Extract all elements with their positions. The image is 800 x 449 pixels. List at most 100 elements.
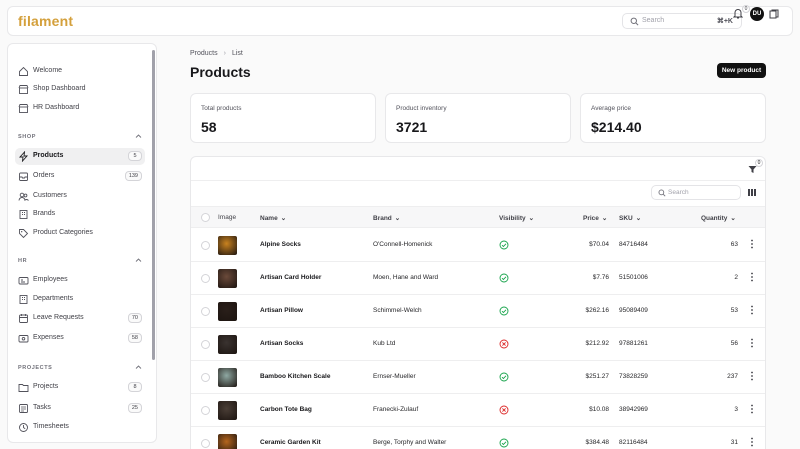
sidebar-group-hr[interactable]: HR	[18, 258, 27, 264]
table-row[interactable]: Bamboo Kitchen Scale Ernser-Mueller $251.2…	[191, 361, 765, 394]
column-header-label: Quantity	[701, 215, 728, 222]
sidebar-item-projects[interactable]: Projects 8	[15, 379, 145, 396]
row-checkbox[interactable]	[201, 241, 210, 250]
bolt-icon	[18, 151, 29, 162]
more-vertical-icon[interactable]	[750, 437, 754, 447]
global-search-input[interactable]: Search ⌘+K	[622, 13, 742, 29]
sidebar-item-product-categories[interactable]: Product Categories	[15, 225, 145, 242]
sidebar-item-customers[interactable]: Customers	[15, 188, 145, 205]
breadcrumb-products[interactable]: Products	[190, 50, 218, 57]
product-sku: 95089409	[619, 307, 648, 314]
breadcrumb: Products › List	[190, 50, 243, 57]
sidebar-item-label: Customers	[33, 192, 67, 199]
column-header-name[interactable]: Name ⌄	[260, 214, 286, 222]
column-header-sku[interactable]: SKU ⌄	[619, 214, 641, 222]
sidebar-item-label: Leave Requests	[33, 314, 84, 321]
sidebar-item-hr-dashboard[interactable]: HR Dashboard	[15, 100, 145, 117]
sidebar-item-expenses[interactable]: Expenses 58	[15, 330, 145, 347]
more-vertical-icon[interactable]	[750, 371, 754, 381]
table-toolbar	[191, 157, 765, 181]
sidebar-item-count: 139	[124, 171, 142, 181]
product-sku: 97881261	[619, 340, 648, 347]
sidebar-scrollbar[interactable]	[152, 50, 155, 360]
sidebar-item-label: Products	[33, 152, 64, 159]
sidebar-item-leave-requests[interactable]: Leave Requests 70	[15, 310, 145, 327]
table-row[interactable]: Ceramic Garden Kit Berge, Torphy and Walt…	[191, 427, 765, 449]
select-all-checkbox[interactable]	[201, 213, 210, 222]
app-logo[interactable]: filament	[18, 13, 73, 29]
sidebar-item-count: 58	[127, 333, 142, 343]
row-checkbox[interactable]	[201, 340, 210, 349]
table-row[interactable]: Carbon Tote Bag Franecki-Zulauf $10.08 3894…	[191, 394, 765, 427]
users-icon	[18, 192, 29, 201]
sidebar-item-brands[interactable]: Brands	[15, 206, 145, 223]
more-vertical-icon[interactable]	[750, 305, 754, 315]
tenant-switch-icon[interactable]	[769, 9, 779, 19]
product-quantity: 53	[730, 307, 738, 314]
table-row[interactable]: Artisan Socks Kub Ltd $212.92 97881261 56	[191, 328, 765, 361]
table-row[interactable]: Alpine Socks O'Connell-Homenick $70.04 8471…	[191, 229, 765, 262]
row-checkbox[interactable]	[201, 406, 210, 415]
product-quantity: 31	[730, 439, 738, 446]
column-header-brand[interactable]: Brand ⌄	[373, 214, 400, 222]
sidebar-item-shop-dashboard[interactable]: Shop Dashboard	[15, 81, 145, 98]
chevron-down-icon: ⌄	[601, 215, 608, 222]
column-header-label: Brand	[373, 215, 392, 222]
product-name: Bamboo Kitchen Scale	[260, 373, 331, 380]
sidebar-item-count: 70	[127, 313, 142, 323]
column-header-visibility[interactable]: Visibility ⌄	[499, 214, 534, 222]
list-icon	[19, 404, 28, 413]
sidebar-item-label: HR Dashboard	[33, 104, 80, 111]
filter-icon[interactable]	[748, 165, 757, 174]
column-header-price[interactable]: Price ⌄	[583, 214, 607, 222]
sidebar-group-shop[interactable]: SHOP	[18, 134, 36, 140]
sidebar-item-employees[interactable]: Employees	[15, 272, 145, 289]
sidebar-item-orders[interactable]: Orders 139	[15, 168, 145, 185]
sidebar-group-projects[interactable]: PROJECTS	[18, 365, 52, 371]
product-price: $251.27	[585, 373, 610, 380]
product-thumbnail	[218, 434, 237, 449]
product-name: Ceramic Garden Kit	[260, 439, 321, 446]
product-thumbnail	[218, 236, 237, 255]
new-product-button[interactable]: New product	[717, 63, 766, 78]
tag-icon	[19, 229, 29, 239]
clock-icon	[19, 423, 28, 432]
chevron-up-icon[interactable]	[135, 257, 142, 264]
chevron-up-icon[interactable]	[135, 364, 142, 371]
product-brand: Ernser-Mueller	[373, 373, 416, 380]
avatar[interactable]: DU	[750, 7, 764, 21]
more-vertical-icon[interactable]	[750, 404, 754, 414]
table-search-input[interactable]: Search	[651, 185, 741, 200]
row-checkbox[interactable]	[201, 274, 210, 283]
more-vertical-icon[interactable]	[750, 272, 754, 282]
more-vertical-icon[interactable]	[750, 239, 754, 249]
row-checkbox[interactable]	[201, 373, 210, 382]
chevron-up-icon[interactable]	[135, 133, 142, 140]
receipt-icon	[18, 335, 29, 343]
sidebar-item-departments[interactable]: Departments	[15, 291, 145, 308]
sidebar-item-tasks[interactable]: Tasks 25	[15, 400, 145, 417]
search-icon	[658, 189, 666, 197]
column-header-label: Name	[260, 215, 278, 222]
sidebar-item-products[interactable]: Products 5	[15, 148, 145, 165]
product-brand: Franecki-Zulauf	[373, 406, 419, 413]
table-row[interactable]: Artisan Card Holder Moen, Hane and Ward $7…	[191, 262, 765, 295]
more-vertical-icon[interactable]	[750, 338, 754, 348]
inbox-icon	[19, 172, 28, 181]
sidebar-item-label: Timesheets	[33, 423, 69, 430]
search-icon	[630, 17, 639, 26]
shop-icon	[18, 85, 29, 94]
product-name: Carbon Tote Bag	[260, 406, 312, 413]
stat-label: Average price	[591, 105, 631, 112]
stat-value: 3721	[396, 119, 428, 135]
row-checkbox[interactable]	[201, 307, 210, 316]
table-row[interactable]: Artisan Pillow Schimmel-Welch $262.16 95089…	[191, 295, 765, 328]
columns-icon[interactable]	[748, 189, 756, 196]
sidebar-item-label: Product Categories	[33, 229, 93, 236]
product-name: Artisan Pillow	[260, 307, 303, 314]
column-header-quantity[interactable]: Quantity ⌄	[701, 214, 736, 222]
product-brand: Berge, Torphy and Walter	[373, 439, 447, 446]
sidebar-item-timesheets[interactable]: Timesheets	[15, 419, 145, 436]
sidebar-item-welcome[interactable]: Welcome	[15, 63, 145, 80]
row-checkbox[interactable]	[201, 439, 210, 448]
